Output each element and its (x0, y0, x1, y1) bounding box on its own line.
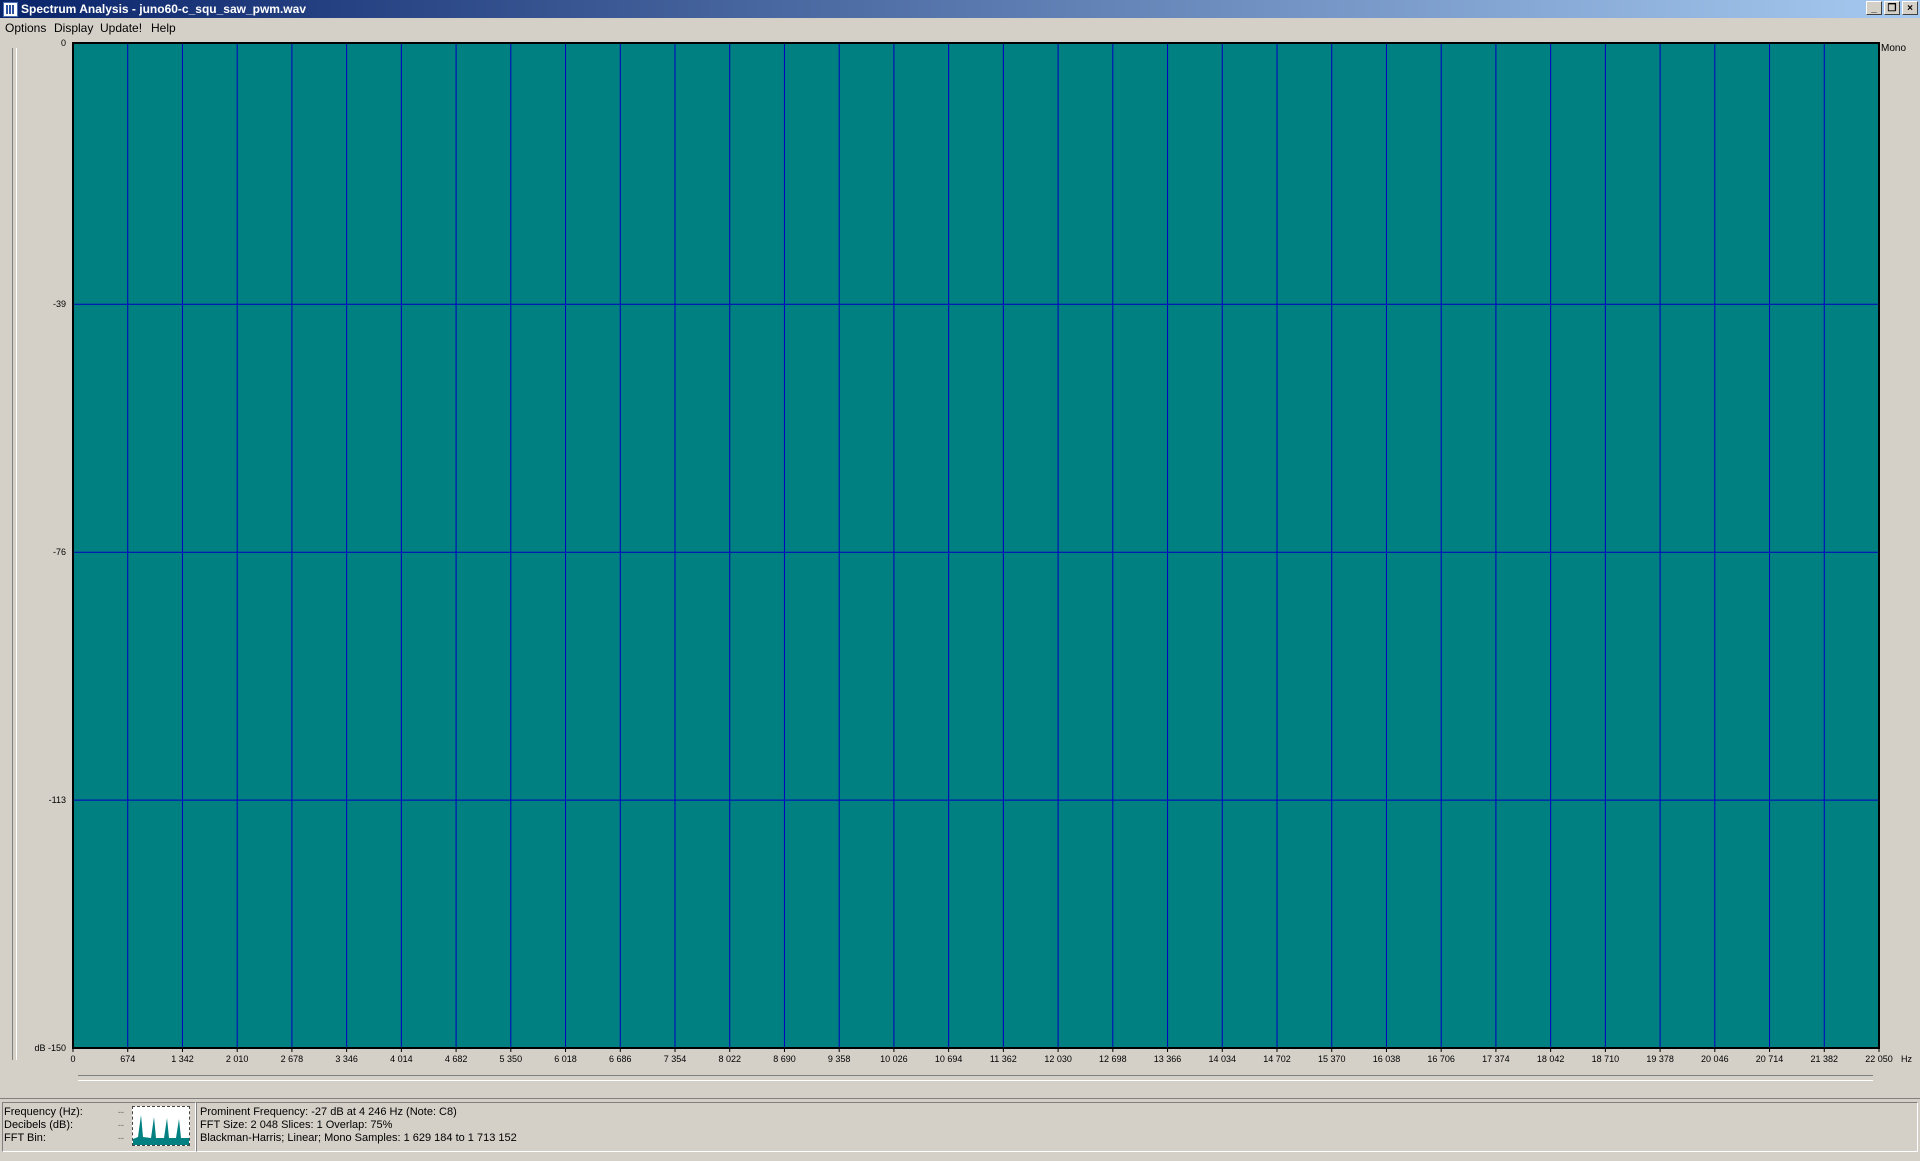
x-tick-label: 8 690 (773, 1054, 796, 1064)
x-tick-label: 18 710 (1591, 1054, 1620, 1064)
legend-decibels: Decibels (dB): (4, 1119, 74, 1131)
x-tick-label: 17 374 (1482, 1054, 1510, 1064)
y-tick-label: -39 (52, 299, 66, 310)
prominent-frequency-text: Prominent Frequency: -27 dB at 4 246 Hz … (200, 1106, 457, 1118)
x-tick-label: 6 686 (609, 1054, 632, 1064)
x-tick-label: 5 350 (499, 1054, 523, 1064)
x-tick-label: 4 682 (444, 1054, 468, 1064)
x-tick-label: 12 030 (1044, 1054, 1072, 1064)
spectrum-thumbnail (132, 1106, 190, 1146)
x-tick-label: 20 714 (1755, 1054, 1784, 1064)
y-tick-label: 0 (60, 38, 66, 48)
x-unit-label: Hz (1901, 1054, 1912, 1064)
y-tick-label: dB -150 (34, 1043, 66, 1053)
fft-settings-text: FFT Size: 2 048 Slices: 1 Overlap: 75% (200, 1119, 393, 1131)
x-tick-label: 13 366 (1153, 1054, 1182, 1064)
x-tick-label: 10 694 (934, 1054, 963, 1064)
x-tick-label: 6 018 (554, 1054, 577, 1064)
x-tick-label: 10 026 (880, 1054, 908, 1064)
x-tick-label: 4 014 (390, 1054, 413, 1064)
x-tick-label: 22 050 (1865, 1054, 1893, 1064)
x-tick-label: 20 046 (1701, 1054, 1729, 1064)
horizontal-scrollbar[interactable] (78, 1075, 1873, 1081)
window-samples-text: Blackman-Harris; Linear; Mono Samples: 1… (200, 1132, 517, 1144)
x-tick-label: 7 354 (663, 1054, 687, 1064)
x-tick-label: 14 034 (1208, 1054, 1237, 1064)
spectrum-area (72, 42, 1880, 1049)
thumbnail-graph (133, 1115, 189, 1145)
legend-fft-bin: FFT Bin: (4, 1132, 46, 1144)
legend-frequency-swatch: -- (118, 1107, 124, 1117)
y-tick-label: -76 (52, 547, 66, 558)
x-tick-label: 18 042 (1536, 1054, 1565, 1064)
x-tick-label: 12 698 (1099, 1054, 1127, 1064)
x-tick-label: 9 358 (827, 1054, 851, 1064)
x-tick-label: 16 038 (1372, 1054, 1401, 1064)
x-tick-label: 1 342 (171, 1054, 194, 1064)
x-tick-label: 3 346 (335, 1054, 358, 1064)
x-tick-label: 19 378 (1646, 1054, 1674, 1064)
x-tick-label: 21 382 (1810, 1054, 1839, 1064)
channel-label: Mono (1881, 43, 1907, 54)
legend-frequency: Frequency (Hz): (4, 1106, 83, 1118)
spectrum-chart[interactable] (0, 0, 1920, 1098)
x-tick-label: 674 (120, 1054, 136, 1064)
legend-fft-bin-swatch: -- (118, 1133, 124, 1143)
x-tick-label: 8 022 (718, 1054, 741, 1064)
x-tick-label: 16 706 (1427, 1054, 1455, 1064)
legend-decibels-swatch: -- (118, 1120, 124, 1130)
x-tick-label: 2 010 (225, 1054, 249, 1064)
x-tick-label: 2 678 (280, 1054, 304, 1064)
x-tick-label: 14 702 (1263, 1054, 1291, 1064)
y-tick-label: -113 (48, 795, 66, 806)
x-tick-label: 0 (70, 1054, 76, 1064)
x-tick-label: 15 370 (1317, 1054, 1346, 1064)
x-tick-label: 11 362 (989, 1054, 1017, 1064)
